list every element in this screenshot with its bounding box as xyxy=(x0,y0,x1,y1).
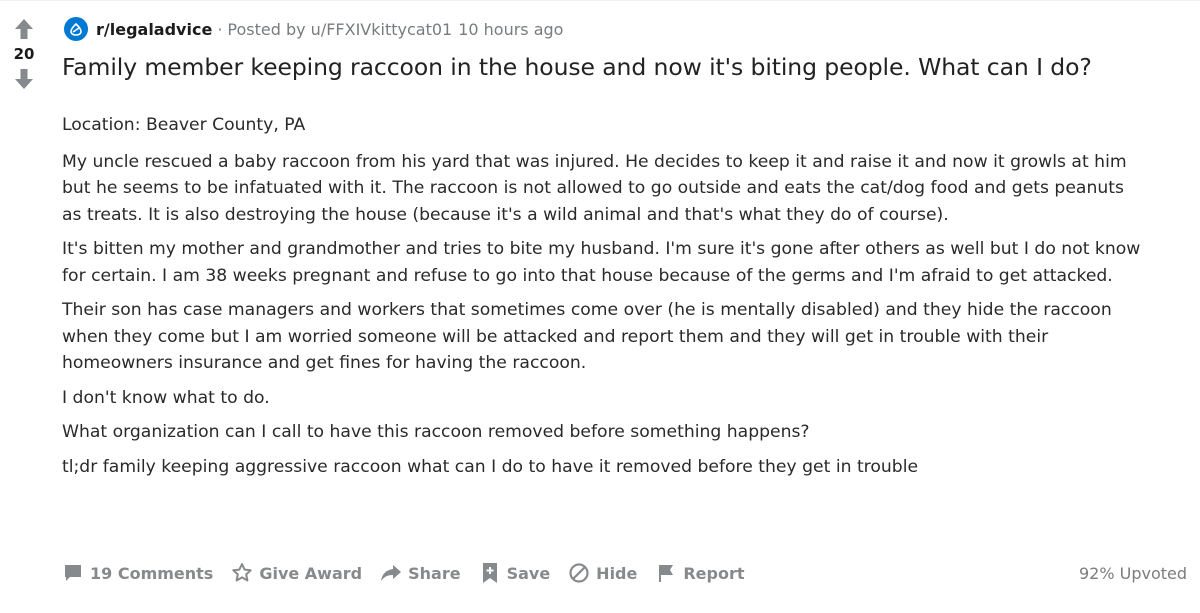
upvote-ratio: 92% Upvoted xyxy=(1078,563,1187,583)
post-location: Location: Beaver County, PA xyxy=(62,115,306,135)
post-meta: r/legaladvice · Posted by u/FFXIVkittyca… xyxy=(64,15,563,43)
share-arrow-icon xyxy=(380,562,402,584)
give-award-button[interactable]: Give Award xyxy=(231,562,362,584)
report-button[interactable]: Report xyxy=(655,562,745,584)
award-icon xyxy=(231,562,253,584)
hide-label: Hide xyxy=(596,563,638,583)
post-actions: 19 Comments Give Award Share Save Hide R… xyxy=(62,558,1187,588)
award-label: Give Award xyxy=(259,563,363,583)
vote-column: 20 xyxy=(6,15,42,93)
report-label: Report xyxy=(683,563,745,583)
post-title[interactable]: Family member keeping raccoon in the hou… xyxy=(62,53,1092,81)
post-paragraph: What organization can I call to have thi… xyxy=(62,422,810,442)
arrow-up-icon xyxy=(15,19,33,39)
post-body: Location: Beaver County, PA My uncle res… xyxy=(62,112,1142,488)
arrow-down-icon xyxy=(15,69,33,89)
post-card[interactable]: 20 r/legaladvice · Posted by u/FFXIVkitt… xyxy=(0,0,1200,613)
hide-button[interactable]: Hide xyxy=(568,562,637,584)
bookmark-plus-icon xyxy=(479,562,501,584)
post-paragraph: It's bitten my mother and grandmother an… xyxy=(62,239,1141,286)
posted-by[interactable]: Posted by u/FFXIVkittycat01 xyxy=(227,20,452,39)
subreddit-scales-icon[interactable] xyxy=(64,17,88,41)
vote-count: 20 xyxy=(13,45,35,63)
post-paragraph: Their son has case managers and workers … xyxy=(62,300,1112,373)
save-button[interactable]: Save xyxy=(479,562,551,584)
flag-icon xyxy=(655,562,677,584)
downvote-button[interactable] xyxy=(10,65,38,93)
post-paragraph: My uncle rescued a baby raccoon from his… xyxy=(62,151,1127,225)
share-label: Share xyxy=(408,563,461,583)
share-button[interactable]: Share xyxy=(380,562,461,584)
hide-circle-slash-icon xyxy=(568,562,590,584)
subreddit-link[interactable]: r/legaladvice xyxy=(96,20,212,39)
save-label: Save xyxy=(506,563,551,583)
comments-button[interactable]: 19 Comments xyxy=(62,562,213,584)
post-paragraph: tl;dr family keeping aggressive raccoon … xyxy=(62,456,919,477)
upvote-button[interactable] xyxy=(10,15,38,43)
comment-bubble-icon xyxy=(62,562,84,584)
meta-separator: · xyxy=(217,19,223,39)
post-paragraph: I don't know what to do. xyxy=(62,387,270,408)
post-time: 10 hours ago xyxy=(458,19,564,39)
comments-label: 19 Comments xyxy=(90,563,214,583)
